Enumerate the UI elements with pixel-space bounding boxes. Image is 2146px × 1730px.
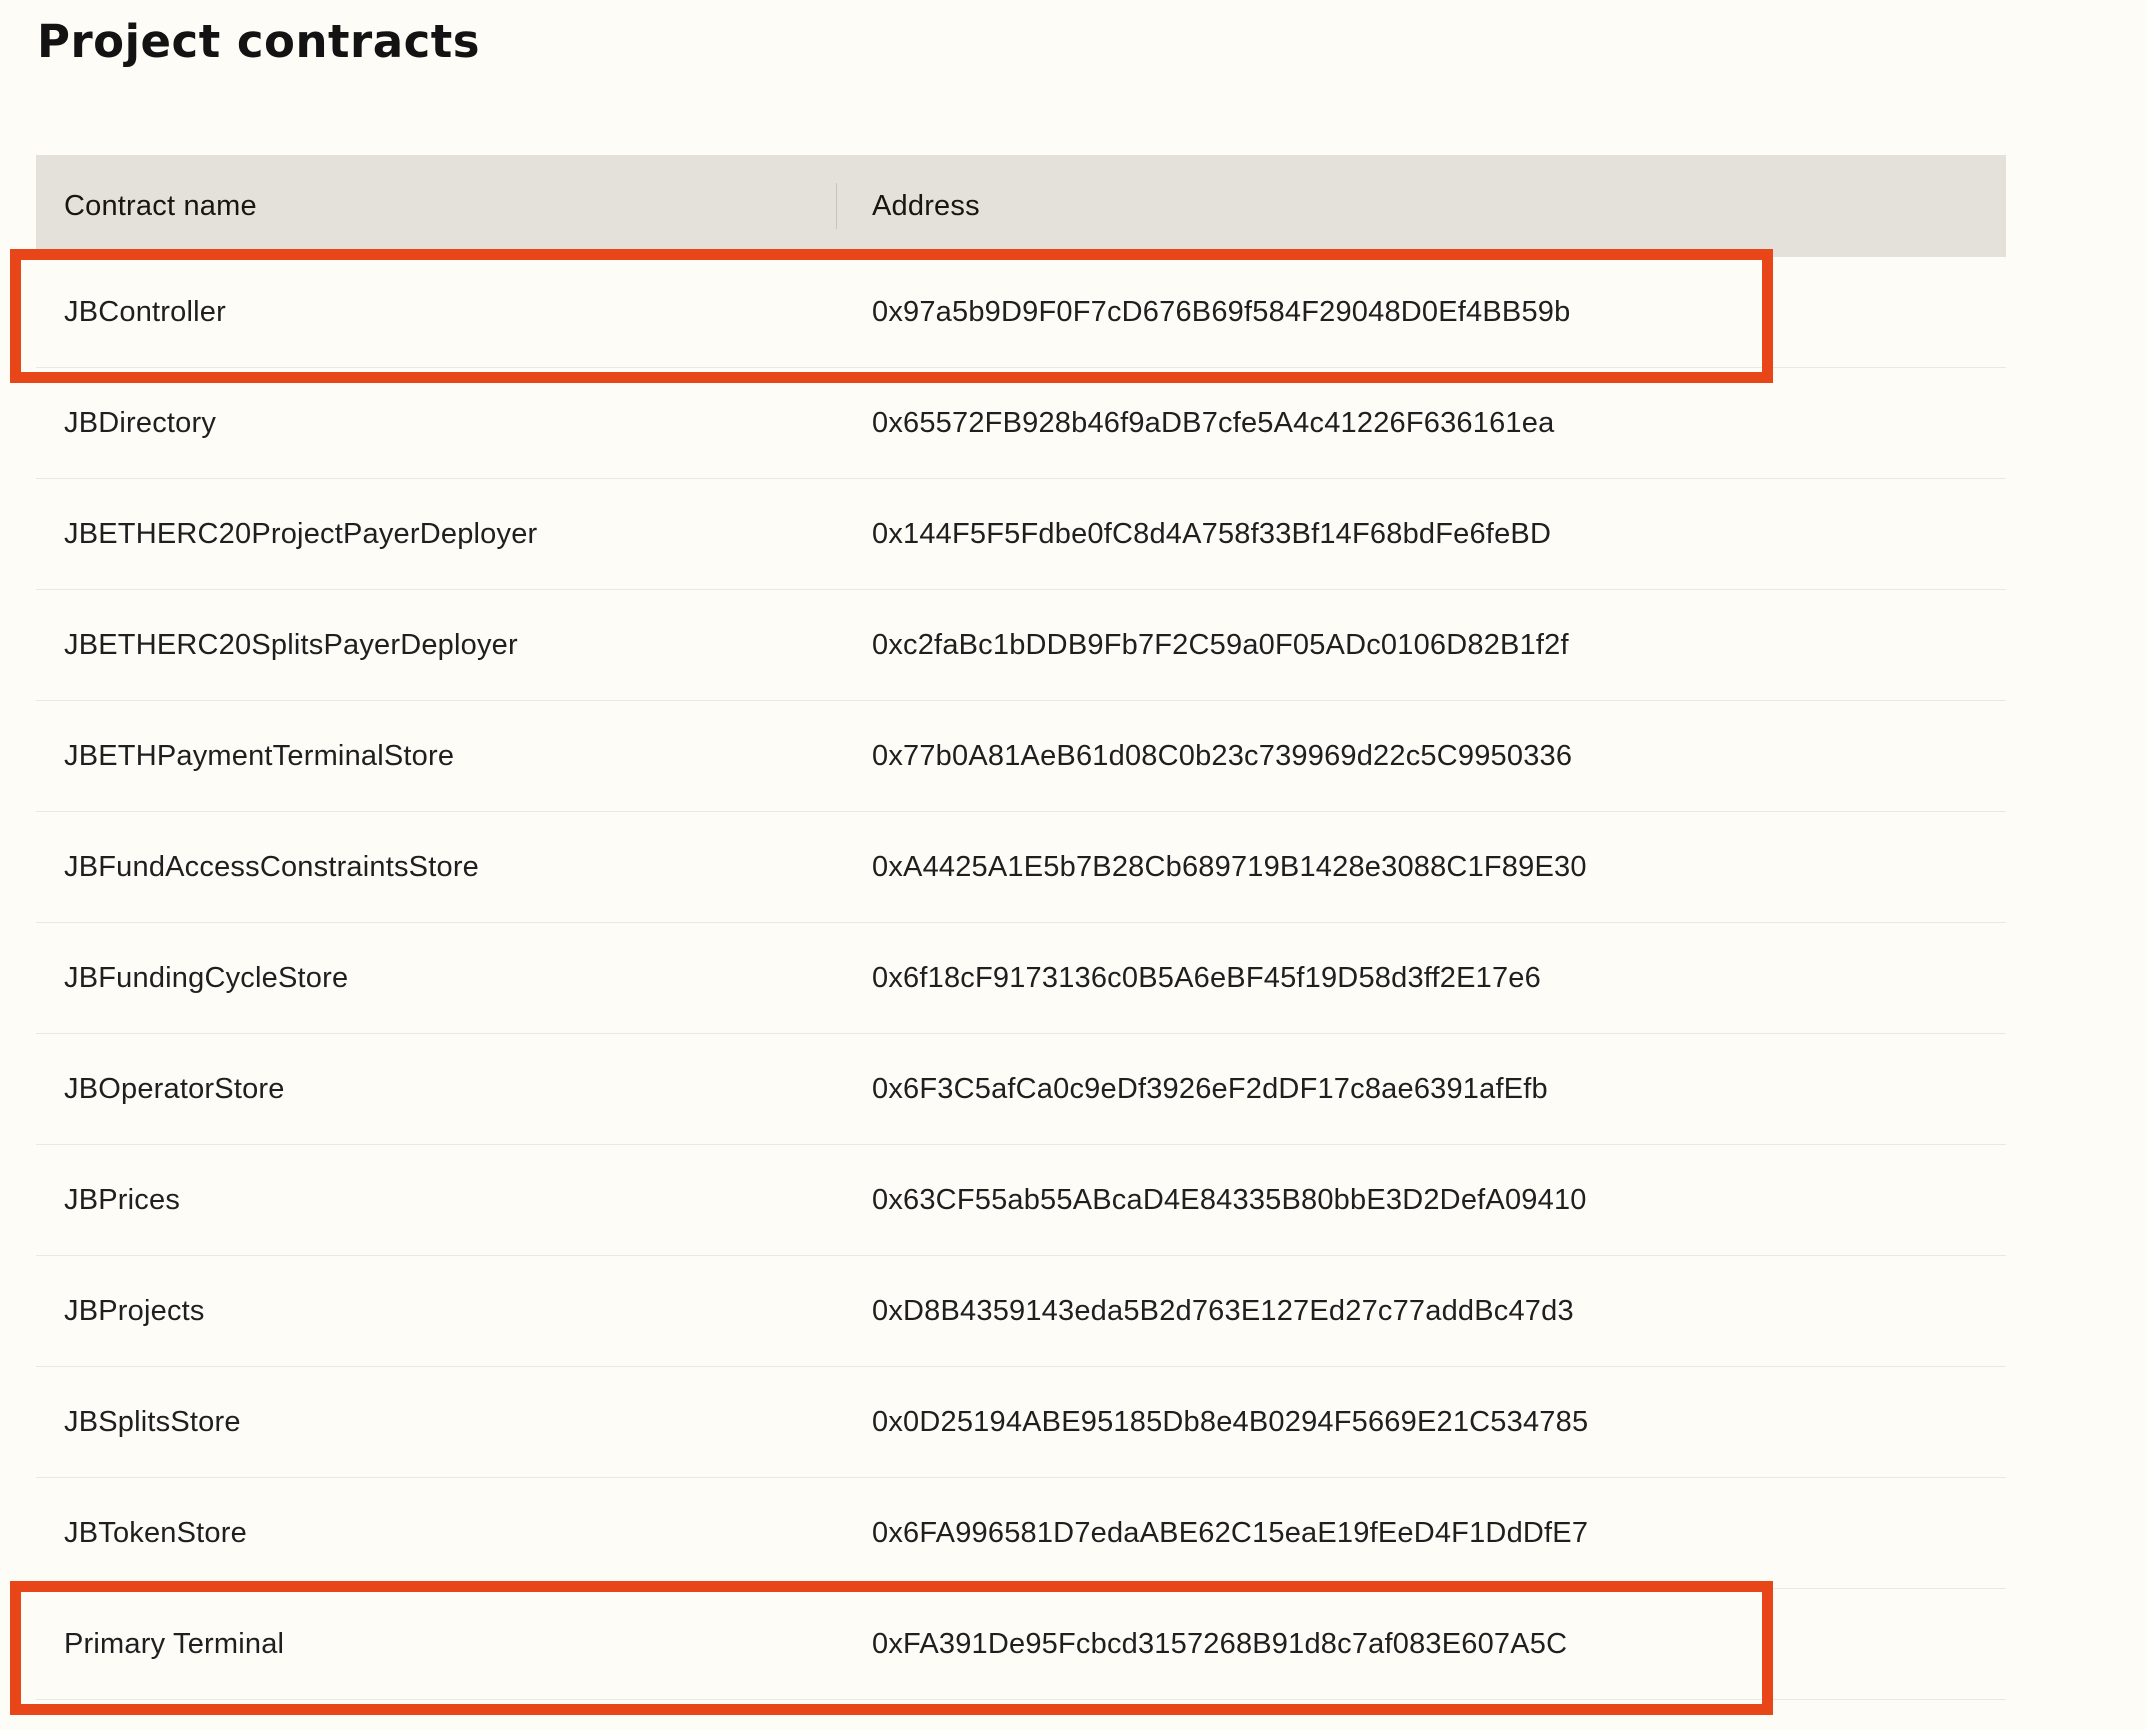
table-row: JBPrices 0x63CF55ab55ABcaD4E84335B80bbE3… <box>36 1145 2006 1256</box>
contract-name-cell: JBDirectory <box>36 407 837 440</box>
contract-address-cell[interactable]: 0xFA391De95Fcbcd3157268B91d8c7af083E607A… <box>837 1628 1567 1661</box>
table-row: JBController 0x97a5b9D9F0F7cD676B69f584F… <box>36 257 2006 368</box>
contract-name-cell: JBTokenStore <box>36 1517 837 1550</box>
contract-address-cell[interactable]: 0x6F3C5afCa0c9eDf3926eF2dDF17c8ae6391afE… <box>837 1073 1548 1106</box>
contract-address-cell[interactable]: 0x97a5b9D9F0F7cD676B69f584F29048D0Ef4BB5… <box>837 296 1570 329</box>
table-row: JBProjects 0xD8B4359143eda5B2d763E127Ed2… <box>36 1256 2006 1367</box>
contract-address-cell[interactable]: 0xA4425A1E5b7B28Cb689719B1428e3088C1F89E… <box>837 851 1587 884</box>
contract-address-cell[interactable]: 0x63CF55ab55ABcaD4E84335B80bbE3D2DefA094… <box>837 1184 1587 1217</box>
table-row: JBETHERC20SplitsPayerDeployer 0xc2faBc1b… <box>36 590 2006 701</box>
contract-name-cell: JBPrices <box>36 1184 837 1217</box>
contract-address-cell[interactable]: 0x6f18cF9173136c0B5A6eBF45f19D58d3ff2E17… <box>837 962 1541 995</box>
contracts-table: Contract name Address JBController 0x97a… <box>36 155 2006 1700</box>
contract-name-cell: JBOperatorStore <box>36 1073 837 1106</box>
contract-address-cell[interactable]: 0x0D25194ABE95185Db8e4B0294F5669E21C5347… <box>837 1406 1588 1439</box>
contract-name-cell: JBSplitsStore <box>36 1406 837 1439</box>
contract-name-cell: JBETHPaymentTerminalStore <box>36 740 837 773</box>
page-title: Project contracts <box>37 16 2146 68</box>
contract-name-cell: Primary Terminal <box>36 1628 837 1661</box>
table-row: JBSplitsStore 0x0D25194ABE95185Db8e4B029… <box>36 1367 2006 1478</box>
contract-address-cell[interactable]: 0x65572FB928b46f9aDB7cfe5A4c41226F636161… <box>837 407 1554 440</box>
column-header-contract-name: Contract name <box>36 190 836 223</box>
column-header-address: Address <box>837 190 980 223</box>
table-row: JBOperatorStore 0x6F3C5afCa0c9eDf3926eF2… <box>36 1034 2006 1145</box>
table-header-row: Contract name Address <box>36 155 2006 257</box>
contract-address-cell[interactable]: 0xD8B4359143eda5B2d763E127Ed27c77addBc47… <box>837 1295 1574 1328</box>
contract-name-cell: JBETHERC20SplitsPayerDeployer <box>36 629 837 662</box>
table-row: JBETHERC20ProjectPayerDeployer 0x144F5F5… <box>36 479 2006 590</box>
contract-name-cell: JBFundingCycleStore <box>36 962 837 995</box>
table-row: JBTokenStore 0x6FA996581D7edaABE62C15eaE… <box>36 1478 2006 1589</box>
contract-name-cell: JBFundAccessConstraintsStore <box>36 851 837 884</box>
table-row: JBFundingCycleStore 0x6f18cF9173136c0B5A… <box>36 923 2006 1034</box>
contract-address-cell[interactable]: 0x6FA996581D7edaABE62C15eaE19fEeD4F1DdDf… <box>837 1517 1588 1550</box>
contract-address-cell[interactable]: 0x77b0A81AeB61d08C0b23c739969d22c5C99503… <box>837 740 1572 773</box>
contract-address-cell[interactable]: 0xc2faBc1bDDB9Fb7F2C59a0F05ADc0106D82B1f… <box>837 629 1569 662</box>
contract-name-cell: JBProjects <box>36 1295 837 1328</box>
table-row: JBETHPaymentTerminalStore 0x77b0A81AeB61… <box>36 701 2006 812</box>
table-row: JBFundAccessConstraintsStore 0xA4425A1E5… <box>36 812 2006 923</box>
contract-name-cell: JBETHERC20ProjectPayerDeployer <box>36 518 837 551</box>
table-body: JBController 0x97a5b9D9F0F7cD676B69f584F… <box>36 257 2006 1700</box>
table-row: JBDirectory 0x65572FB928b46f9aDB7cfe5A4c… <box>36 368 2006 479</box>
table-row: Primary Terminal 0xFA391De95Fcbcd3157268… <box>36 1589 2006 1700</box>
contract-name-cell: JBController <box>36 296 837 329</box>
contract-address-cell[interactable]: 0x144F5F5Fdbe0fC8d4A758f33Bf14F68bdFe6fe… <box>837 518 1551 551</box>
